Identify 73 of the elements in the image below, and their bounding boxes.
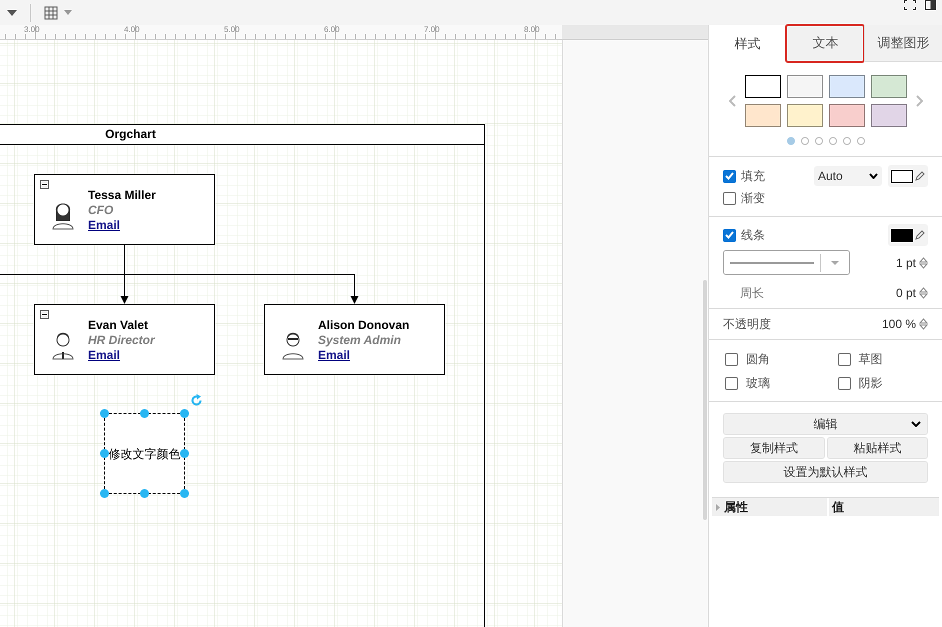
caret-icon (64, 10, 72, 15)
eyedropper-icon (915, 171, 925, 181)
style-swatch[interactable] (870, 104, 906, 127)
email-link[interactable]: Email (88, 218, 120, 233)
color-button[interactable] (888, 165, 928, 187)
field-label: 周长 (740, 285, 764, 302)
style-button[interactable]: 复制样式 (723, 437, 824, 459)
caret-icon (831, 260, 839, 264)
chevron-right-icon[interactable] (914, 95, 922, 107)
chevron-left-icon[interactable] (728, 95, 736, 107)
eyedropper-icon (915, 230, 925, 240)
chevron-down-icon (869, 173, 878, 179)
person-role: CFO (88, 203, 114, 218)
field-label: 不透明度 (723, 316, 771, 333)
panel-tab[interactable]: 调整图形 (864, 25, 942, 62)
style-swatch[interactable] (828, 75, 864, 98)
style-swatch[interactable] (786, 75, 822, 98)
style-swatch[interactable] (828, 104, 864, 127)
column-header: 属性 (724, 498, 748, 516)
email-link[interactable]: Email (88, 348, 120, 363)
collapse-icon[interactable] (40, 310, 49, 319)
checkbox[interactable] (838, 352, 850, 366)
spinner-arrows-icon[interactable] (919, 286, 928, 300)
style-swatch[interactable] (744, 104, 780, 127)
panel-toggle-icon[interactable] (925, 0, 936, 10)
checkbox-label: 圆角 (746, 351, 770, 368)
checkbox-label: 阴影 (858, 375, 882, 392)
style-swatch[interactable] (786, 104, 822, 127)
panel-tab[interactable]: 文本 (786, 25, 864, 62)
line-style-select[interactable] (723, 250, 850, 275)
person-name: Tessa Miller (88, 188, 156, 203)
person-role: HR Director (88, 333, 155, 348)
checkbox[interactable] (723, 170, 736, 182)
style-swatch[interactable] (744, 75, 780, 98)
container-title: Orgchart (0, 125, 484, 145)
caret-icon[interactable] (7, 10, 17, 16)
style-swatch[interactable] (870, 75, 906, 98)
chevron-down-icon (911, 421, 921, 427)
ruler-label: 7.00 (424, 25, 440, 35)
ruler-label: 5.00 (224, 25, 240, 35)
checkbox[interactable] (723, 192, 736, 204)
fill-mode-select[interactable]: Auto (814, 166, 882, 186)
fullscreen-icon[interactable] (904, 0, 916, 10)
checkbox-label: 草图 (858, 351, 882, 368)
color-button[interactable] (888, 224, 928, 246)
spinner-arrows-icon[interactable] (919, 256, 928, 270)
checkbox-label: 线条 (741, 227, 765, 244)
text-shape[interactable]: 修改文字颜色 (104, 413, 185, 494)
person-name: Alison Donovan (318, 318, 410, 333)
checkbox[interactable] (725, 352, 738, 366)
grid-icon (44, 6, 58, 20)
column-header: 值 (832, 500, 844, 514)
ruler-label: 4.00 (124, 25, 140, 35)
checkbox-label: 玻璃 (746, 375, 770, 392)
checkbox[interactable] (725, 376, 738, 390)
rotate-icon[interactable] (190, 394, 203, 407)
person-role: System Admin (318, 333, 401, 348)
checkbox[interactable] (723, 228, 736, 242)
person-name: Evan Valet (88, 318, 148, 333)
checkbox-label: 渐变 (741, 190, 765, 207)
ruler-label: 8.00 (524, 25, 540, 35)
email-link[interactable]: Email (318, 348, 350, 363)
style-button[interactable]: 设置为默认样式 (723, 461, 928, 483)
expand-icon[interactable] (716, 504, 720, 510)
edit-dropdown[interactable]: 编辑 (723, 413, 928, 435)
collapse-icon[interactable] (40, 180, 49, 189)
checkbox-label: 填充 (741, 168, 765, 185)
grid-button[interactable] (44, 6, 72, 20)
spinner-arrows-icon[interactable] (919, 317, 928, 331)
ruler-label: 6.00 (324, 25, 340, 35)
style-button[interactable]: 粘贴样式 (826, 437, 928, 459)
ruler-label: 3.00 (24, 25, 40, 35)
checkbox[interactable] (838, 376, 850, 390)
